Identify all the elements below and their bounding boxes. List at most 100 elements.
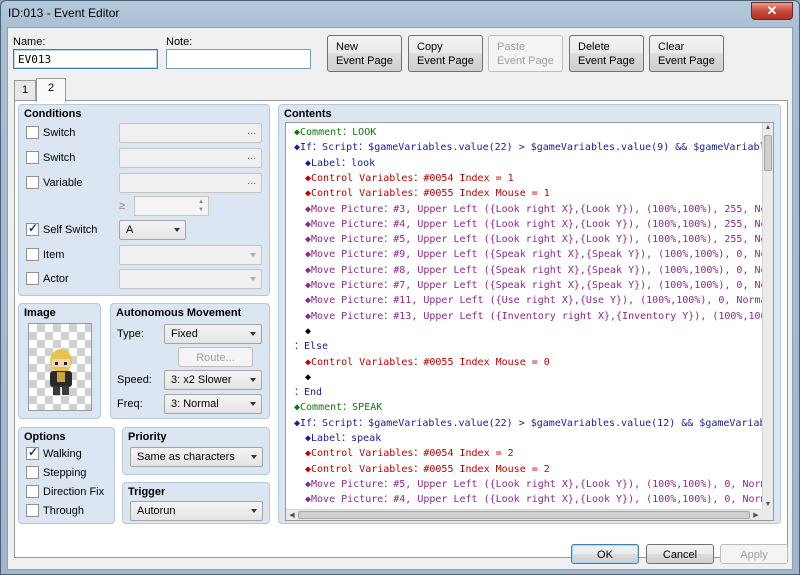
scroll-left-icon[interactable]: ◀ xyxy=(287,511,297,519)
paste-button-line2: Event Page xyxy=(497,55,554,67)
command-row[interactable]: ◆Move Picture：#4, Upper Left ({Look righ… xyxy=(305,217,773,232)
tab-page-2[interactable]: 2 xyxy=(36,78,66,102)
variable-label: Variable xyxy=(43,177,83,189)
clear-event-page-button[interactable]: Clear Event Page xyxy=(649,35,724,72)
note-label: Note: xyxy=(166,36,193,48)
command-row[interactable]: ◆Control Variables：#0054 Index = 2 xyxy=(305,446,514,461)
command-row[interactable]: ◆ xyxy=(305,324,311,339)
note-field[interactable] xyxy=(166,49,311,69)
switch1-selector[interactable] xyxy=(119,123,262,143)
title-bar[interactable]: ID:013 - Event Editor ✕ xyxy=(1,1,799,27)
scroll-right-icon[interactable]: ▶ xyxy=(751,511,761,519)
ok-button[interactable]: OK xyxy=(571,544,639,564)
speed-label: Speed: xyxy=(117,374,152,386)
switch1-label: Switch xyxy=(43,127,76,139)
command-row[interactable]: ◆Move Picture：#7, Upper Left ({Speak rig… xyxy=(305,278,773,293)
event-command-list[interactable]: ◆Comment：LOOK ◆If：Script：$gameVariables.v… xyxy=(285,122,774,521)
copy-button-line1: Copy xyxy=(417,41,443,53)
command-row[interactable]: ◆Move Picture：#8, Upper Left ({Speak rig… xyxy=(305,263,773,278)
vertical-scrollbar[interactable]: ▲ ▼ xyxy=(762,123,773,509)
command-row[interactable]: ◆Control Variables：#0055 Index Mouse = 2 xyxy=(305,462,550,477)
trigger-select[interactable]: Autorun xyxy=(130,501,263,521)
movement-type-value: Fixed xyxy=(171,328,198,340)
command-row[interactable]: ：Else xyxy=(294,339,328,354)
command-row[interactable]: ◆Move Picture：#11, Upper Left ({Use righ… xyxy=(305,293,773,308)
command-row[interactable]: ◆Move Picture：#5, Upper Left ({Look righ… xyxy=(305,232,773,247)
chevron-down-icon xyxy=(250,277,256,281)
command-row[interactable]: ：End xyxy=(294,385,322,400)
close-button[interactable]: ✕ xyxy=(751,2,793,20)
stepping-checkbox[interactable] xyxy=(26,466,39,479)
variable-checkbox[interactable] xyxy=(26,176,39,189)
paste-event-page-button[interactable]: Paste Event Page xyxy=(488,35,563,72)
self-switch-checkbox[interactable] xyxy=(26,221,39,236)
through-checkbox[interactable] xyxy=(26,504,39,517)
scroll-down-icon[interactable]: ▼ xyxy=(763,501,773,508)
speed-select[interactable]: 3: x2 Slower xyxy=(164,370,262,390)
command-row[interactable]: ◆Control Variables：#0055 Index Mouse = 0 xyxy=(305,355,550,370)
variable-value-spinner[interactable]: ▲ ▼ xyxy=(134,196,209,216)
copy-event-page-button[interactable]: Copy Event Page xyxy=(408,35,483,72)
delete-event-page-button[interactable]: Delete Event Page xyxy=(569,35,644,72)
command-row[interactable]: ◆Control Variables：#0054 Index = 1 xyxy=(305,171,514,186)
contents-title: Contents xyxy=(284,108,332,120)
chevron-down-icon xyxy=(251,455,257,459)
variable-browse-icon[interactable]: ... xyxy=(247,175,256,187)
item-select[interactable] xyxy=(119,245,262,265)
command-row[interactable]: ◆Comment：LOOK xyxy=(294,125,376,140)
command-row[interactable]: ◆Control Variables：#0055 Index Mouse = 1 xyxy=(305,186,550,201)
clear-button-line1: Clear xyxy=(658,41,685,53)
paste-button-line1: Paste xyxy=(497,41,526,53)
command-row[interactable]: ◆ xyxy=(305,370,311,385)
horizontal-scroll-thumb[interactable] xyxy=(298,511,750,519)
event-image-preview[interactable] xyxy=(28,323,92,411)
switch2-selector[interactable] xyxy=(119,148,262,168)
name-label: Name: xyxy=(13,36,46,48)
character-sprite-icon xyxy=(50,349,72,395)
movement-type-select[interactable]: Fixed xyxy=(164,324,262,344)
command-row[interactable]: ◆If：Script：$gameVariables.value(22) > $g… xyxy=(294,416,773,431)
command-row[interactable]: ◆Move Picture：#13, Upper Left ({Inventor… xyxy=(305,309,773,324)
horizontal-scrollbar[interactable]: ◀ ▶ xyxy=(286,509,762,520)
variable-selector[interactable] xyxy=(119,173,262,193)
spinner-arrows-icon[interactable]: ▲ ▼ xyxy=(195,198,207,214)
tab-page-1[interactable]: 1 xyxy=(14,80,36,100)
command-row[interactable]: ◆If：Script：$gameVariables.value(22) > $g… xyxy=(294,140,773,155)
command-row[interactable]: ◆Label：look xyxy=(305,156,375,171)
command-row[interactable]: ◆Move Picture：#4, Upper Left ({Look righ… xyxy=(305,492,773,507)
command-row[interactable]: ◆Move Picture：#9, Upper Left ({Speak rig… xyxy=(305,247,773,262)
route-button[interactable]: Route... xyxy=(178,347,253,367)
direction-fix-checkbox[interactable] xyxy=(26,485,39,498)
greater-equal-label: ≥ xyxy=(119,200,126,212)
actor-checkbox[interactable] xyxy=(26,272,39,285)
freq-select[interactable]: 3: Normal xyxy=(164,394,262,414)
actor-label: Actor xyxy=(43,273,69,285)
stepping-label: Stepping xyxy=(43,467,87,479)
new-button-line1: New xyxy=(336,41,359,53)
actor-select[interactable] xyxy=(119,269,262,289)
walking-checkbox[interactable] xyxy=(26,445,39,460)
copy-button-line2: Event Page xyxy=(417,55,474,67)
vertical-scroll-thumb[interactable] xyxy=(764,135,772,171)
scroll-up-icon[interactable]: ▲ xyxy=(763,124,773,131)
command-row[interactable]: ◆Move Picture：#5, Upper Left ({Look righ… xyxy=(305,477,773,492)
switch2-checkbox[interactable] xyxy=(26,151,39,164)
cancel-button[interactable]: Cancel xyxy=(646,544,714,564)
command-row[interactable]: ◆Comment：SPEAK xyxy=(294,400,382,415)
conditions-title: Conditions xyxy=(24,108,82,120)
switch2-browse-icon[interactable]: ... xyxy=(247,150,256,162)
switch1-checkbox[interactable] xyxy=(26,126,39,139)
clear-button-line2: Event Page xyxy=(658,55,715,67)
self-switch-select[interactable]: A xyxy=(119,220,186,240)
command-row[interactable]: ◆Label：speak xyxy=(305,431,381,446)
priority-select[interactable]: Same as characters xyxy=(130,447,263,467)
item-checkbox[interactable] xyxy=(26,248,39,261)
name-field[interactable]: EV013 xyxy=(13,49,158,69)
image-title: Image xyxy=(24,307,56,319)
command-row[interactable]: ◆Move Picture：#3, Upper Left ({Look righ… xyxy=(305,202,773,217)
delete-button-line1: Delete xyxy=(578,41,610,53)
delete-button-line2: Event Page xyxy=(578,55,635,67)
walking-label: Walking xyxy=(43,448,82,460)
apply-button[interactable]: Apply xyxy=(720,544,788,564)
new-event-page-button[interactable]: New Event Page xyxy=(327,35,402,72)
